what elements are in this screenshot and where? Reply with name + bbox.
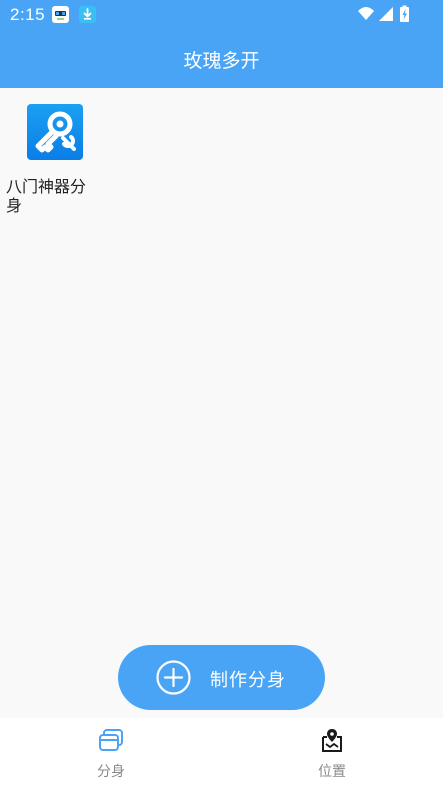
create-clone-label: 制作分身 (210, 670, 286, 690)
tab-clones[interactable]: 分身 (0, 718, 221, 788)
tab-location[interactable]: 位置 (222, 718, 443, 788)
status-time: 2:15 (10, 5, 46, 24)
tab-clones-label: 分身 (97, 764, 125, 780)
app-bar: 玫瑰多开 (0, 30, 443, 88)
wifi-icon (358, 7, 374, 20)
page-title: 玫瑰多开 (183, 50, 260, 72)
plus-circle-icon (156, 660, 191, 695)
system-status-icons (357, 5, 413, 29)
cellular-signal-icon (379, 7, 393, 21)
location-map-icon (319, 727, 345, 753)
create-clone-button[interactable]: 制作分身 (118, 645, 325, 710)
status-bar: 2:15 (0, 0, 443, 30)
clipboard-app-icon (52, 6, 69, 23)
bottom-nav: 分身 位置 (0, 718, 443, 788)
clone-item-label: 八门神器分身 (6, 177, 87, 215)
battery-charging-icon (400, 5, 409, 22)
tab-location-label: 位置 (318, 764, 346, 780)
clones-stack-icon (98, 727, 124, 753)
key-wrench-icon (27, 104, 83, 160)
app-screen: 2:15 玫瑰多开 八门神器分身 制作分身 分身 位置 (0, 0, 443, 788)
download-icon (79, 6, 96, 23)
